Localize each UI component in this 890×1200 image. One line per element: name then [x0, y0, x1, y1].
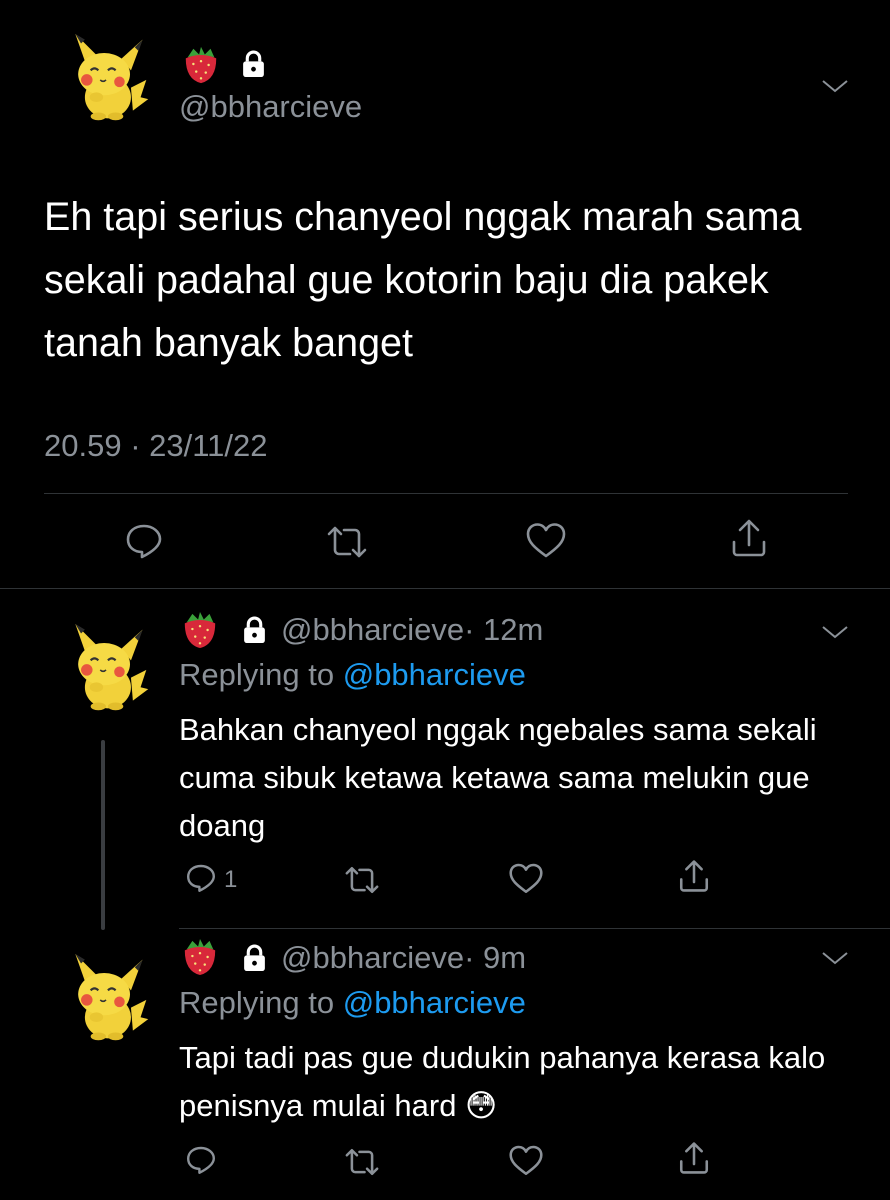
reply-time: · 9m — [464, 940, 527, 975]
lock-icon — [242, 944, 267, 972]
chevron-down-icon[interactable] — [820, 76, 850, 96]
replying-to-label: Replying to — [179, 657, 335, 692]
reply-text: Tapi tadi pas gue dudukin pahanya kerasa… — [179, 1040, 826, 1123]
reply-icon[interactable] — [185, 1144, 217, 1176]
pikachu-avatar[interactable] — [58, 950, 154, 1046]
share-icon[interactable] — [677, 858, 711, 894]
reply-time: · 12m — [464, 612, 544, 647]
lock-icon — [241, 50, 266, 78]
chevron-down-icon[interactable] — [820, 622, 850, 642]
divider — [0, 588, 890, 589]
author-handle[interactable]: @bbharcieve — [281, 612, 464, 647]
retweet-icon[interactable] — [344, 864, 380, 896]
share-icon[interactable] — [677, 1140, 711, 1176]
author-handle[interactable]: @bbharcieve — [179, 89, 362, 125]
author-handle[interactable]: @bbharcieve — [281, 940, 464, 975]
retweet-icon[interactable] — [326, 523, 368, 561]
replying-to-handle[interactable]: @bbharcieve — [343, 657, 526, 692]
share-icon[interactable] — [729, 517, 769, 559]
like-icon[interactable] — [525, 521, 567, 561]
strawberry-emoji — [184, 611, 216, 649]
like-icon[interactable] — [508, 1144, 544, 1178]
strawberry-emoji — [185, 46, 217, 84]
divider — [44, 493, 848, 494]
pikachu-avatar[interactable] — [58, 30, 154, 126]
like-icon[interactable] — [508, 862, 544, 896]
replying-to: Replying to @bbharcieve — [179, 985, 526, 1021]
tweet-timestamp: 20.59 · 23/11/22 — [44, 428, 268, 463]
replying-to-label: Replying to — [179, 985, 335, 1020]
reply-count: 1 — [224, 866, 238, 893]
reply-text: Bahkan chanyeol nggak ngebales sama seka… — [179, 712, 817, 843]
reply-icon[interactable] — [124, 521, 164, 561]
reply-header: @bbharcieve· 12m — [281, 612, 543, 648]
strawberry-emoji — [184, 938, 216, 976]
replying-to: Replying to @bbharcieve — [179, 657, 526, 693]
chevron-down-icon[interactable] — [820, 948, 850, 968]
reply-header: @bbharcieve· 9m — [281, 940, 526, 976]
thread-line — [101, 740, 105, 930]
replying-to-handle[interactable]: @bbharcieve — [343, 985, 526, 1020]
pikachu-avatar[interactable] — [58, 620, 154, 716]
lock-icon — [242, 616, 267, 644]
retweet-icon[interactable] — [344, 1146, 380, 1178]
divider — [179, 928, 890, 929]
reply-icon[interactable] — [185, 862, 217, 894]
tweet-text: Eh tapi serius chanyeol nggak marah sama… — [44, 195, 802, 365]
